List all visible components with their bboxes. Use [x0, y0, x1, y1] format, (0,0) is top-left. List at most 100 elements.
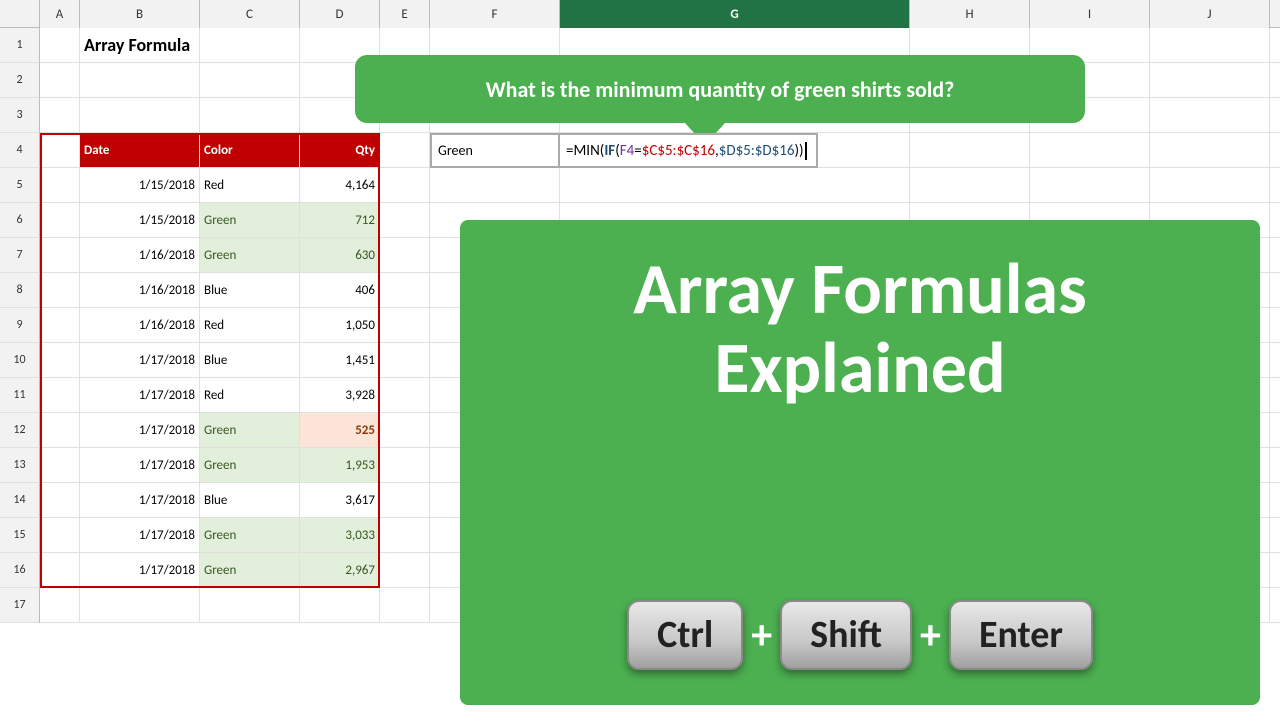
formula-input[interactable]: Green [430, 133, 560, 168]
cell-d8[interactable]: 406 [300, 273, 380, 307]
cell-j3[interactable] [1150, 98, 1270, 132]
cell-c3[interactable] [200, 98, 300, 132]
cell-e6[interactable] [380, 203, 430, 237]
ctrl-key[interactable]: Ctrl [627, 600, 743, 670]
cell-a6[interactable] [40, 203, 80, 237]
cell-c9[interactable]: Red [200, 308, 300, 342]
col-header-e: E [380, 0, 430, 28]
cell-d17[interactable] [300, 588, 380, 622]
cell-e15[interactable] [380, 518, 430, 552]
cell-e16[interactable] [380, 553, 430, 587]
cell-b13[interactable]: 1/17/2018 [80, 448, 200, 482]
cell-b12[interactable]: 1/17/2018 [80, 413, 200, 447]
cell-d4-qty[interactable]: Qty [300, 133, 380, 167]
cell-a16[interactable] [40, 553, 80, 587]
cell-d5[interactable]: 4,164 [300, 168, 380, 202]
cell-c1[interactable] [200, 28, 300, 62]
cell-a15[interactable] [40, 518, 80, 552]
cell-j5[interactable] [1150, 168, 1270, 202]
cell-d9[interactable]: 1,050 [300, 308, 380, 342]
cell-d13[interactable]: 1,953 [300, 448, 380, 482]
cell-j4[interactable] [1150, 133, 1270, 167]
enter-key[interactable]: Enter [949, 600, 1093, 670]
cell-b8[interactable]: 1/16/2018 [80, 273, 200, 307]
cell-d12[interactable]: 525 [300, 413, 380, 447]
cell-c14[interactable]: Blue [200, 483, 300, 517]
cell-c13[interactable]: Green [200, 448, 300, 482]
cell-a13[interactable] [40, 448, 80, 482]
row-num-1: 1 [0, 28, 40, 63]
cell-e17[interactable] [380, 588, 430, 622]
cell-b6[interactable]: 1/15/2018 [80, 203, 200, 237]
cell-b16[interactable]: 1/17/2018 [80, 553, 200, 587]
cell-e4[interactable] [380, 133, 430, 167]
cell-g5[interactable] [560, 168, 910, 202]
cell-b1[interactable]: Array Formula [80, 28, 200, 62]
cell-e13[interactable] [380, 448, 430, 482]
cell-e11[interactable] [380, 378, 430, 412]
cell-e7[interactable] [380, 238, 430, 272]
cell-a1[interactable] [40, 28, 80, 62]
cell-d15[interactable]: 3,033 [300, 518, 380, 552]
row-num-7: 7 [0, 238, 40, 273]
cell-a3[interactable] [40, 98, 80, 132]
cell-a9[interactable] [40, 308, 80, 342]
cell-e14[interactable] [380, 483, 430, 517]
cell-c8[interactable]: Blue [200, 273, 300, 307]
cell-j2[interactable] [1150, 63, 1270, 97]
cell-b14[interactable]: 1/17/2018 [80, 483, 200, 517]
cell-a11[interactable] [40, 378, 80, 412]
cell-a12[interactable] [40, 413, 80, 447]
cell-b15[interactable]: 1/17/2018 [80, 518, 200, 552]
cell-c2[interactable] [200, 63, 300, 97]
cell-a7[interactable] [40, 238, 80, 272]
cell-c17[interactable] [200, 588, 300, 622]
cell-e8[interactable] [380, 273, 430, 307]
cell-b4-date[interactable]: Date [80, 133, 200, 167]
cell-i5[interactable] [1030, 168, 1150, 202]
cell-a8[interactable] [40, 273, 80, 307]
plus1: + [751, 610, 772, 661]
cell-a4[interactable] [40, 133, 80, 167]
cell-c12[interactable]: Green [200, 413, 300, 447]
cell-e10[interactable] [380, 343, 430, 377]
cell-a17[interactable] [40, 588, 80, 622]
cell-c4-color[interactable]: Color [200, 133, 300, 167]
cell-b7[interactable]: 1/16/2018 [80, 238, 200, 272]
cell-b5[interactable]: 1/15/2018 [80, 168, 200, 202]
cell-b3[interactable] [80, 98, 200, 132]
cell-c5[interactable]: Red [200, 168, 300, 202]
cell-a14[interactable] [40, 483, 80, 517]
cell-d6[interactable]: 712 [300, 203, 380, 237]
cell-d14[interactable]: 3,617 [300, 483, 380, 517]
cell-a5[interactable] [40, 168, 80, 202]
cell-e9[interactable] [380, 308, 430, 342]
cell-a10[interactable] [40, 343, 80, 377]
cell-c6[interactable]: Green [200, 203, 300, 237]
cell-j1[interactable] [1150, 28, 1270, 62]
cell-d16[interactable]: 2,967 [300, 553, 380, 587]
cell-e5[interactable] [380, 168, 430, 202]
cell-c16[interactable]: Green [200, 553, 300, 587]
shift-key[interactable]: Shift [780, 600, 912, 670]
col-header-f: F [430, 0, 560, 28]
cell-c7[interactable]: Green [200, 238, 300, 272]
cell-h5[interactable] [910, 168, 1030, 202]
cell-b9[interactable]: 1/16/2018 [80, 308, 200, 342]
cell-i4[interactable] [1030, 133, 1150, 167]
cell-d10[interactable]: 1,451 [300, 343, 380, 377]
cell-d7[interactable]: 630 [300, 238, 380, 272]
cell-f5[interactable] [430, 168, 560, 202]
cell-b17[interactable] [80, 588, 200, 622]
cell-d11[interactable]: 3,928 [300, 378, 380, 412]
cell-e12[interactable] [380, 413, 430, 447]
cell-h4[interactable] [910, 133, 1030, 167]
formula-expression[interactable]: =MIN(IF(F4=$C$5:$C$16,$D$5:$D$16)) [560, 133, 818, 168]
cell-b2[interactable] [80, 63, 200, 97]
cell-c10[interactable]: Blue [200, 343, 300, 377]
cell-a2[interactable] [40, 63, 80, 97]
cell-c11[interactable]: Red [200, 378, 300, 412]
cell-c15[interactable]: Green [200, 518, 300, 552]
cell-b11[interactable]: 1/17/2018 [80, 378, 200, 412]
cell-b10[interactable]: 1/17/2018 [80, 343, 200, 377]
